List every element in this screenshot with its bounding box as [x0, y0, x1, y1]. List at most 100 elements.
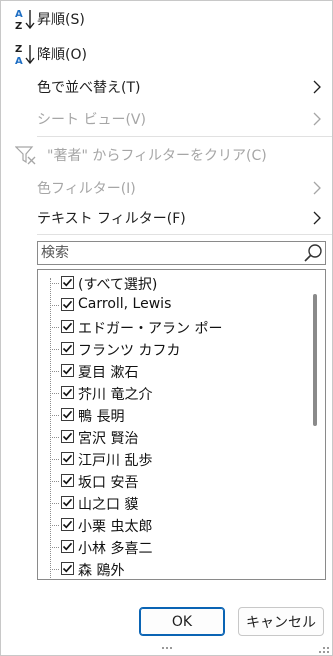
list-item[interactable]: 江戸川 乱歩: [38, 448, 308, 470]
item-label: フランツ カフカ: [78, 343, 181, 359]
list-item[interactable]: 夏目 漱石: [38, 360, 308, 382]
list-item[interactable]: 坂口 安吾: [38, 470, 308, 492]
item-label: 森 鴎外: [78, 563, 125, 579]
item-label: 山之口 貘: [78, 497, 139, 513]
tree-connector-tick: [50, 503, 59, 504]
list-item[interactable]: 小林 多喜二: [38, 536, 308, 558]
checkmark-icon: [62, 542, 73, 551]
sheet-view-item: シート ビュー(V): [1, 104, 332, 134]
item-label: 鴨 長明: [78, 409, 125, 425]
list-item[interactable]: 山之口 貘: [38, 492, 308, 514]
chevron-right-icon: [313, 80, 321, 94]
item-label: 小栗 虫太郎: [78, 519, 153, 535]
item-label: エドガー・アラン ポー: [78, 321, 223, 337]
search-icon[interactable]: [303, 243, 323, 263]
tree-connector-tick: [50, 569, 59, 570]
item-checkbox[interactable]: [61, 320, 74, 333]
tree-connector-tick: [50, 283, 59, 284]
item-label: 江戸川 乱歩: [78, 453, 153, 469]
checkmark-icon: [62, 300, 73, 309]
item-checkbox[interactable]: [61, 298, 74, 311]
list-item[interactable]: 小栗 虫太郎: [38, 514, 308, 536]
tree-connector-tick: [50, 547, 59, 548]
checkmark-icon: [62, 564, 73, 573]
item-checkbox[interactable]: [61, 430, 74, 443]
tree-connector-tick: [50, 437, 59, 438]
color-filter-label: 色フィルター(I): [37, 181, 136, 197]
sort-ascending-label: 昇順(S): [37, 12, 85, 28]
checkmark-icon: [62, 410, 73, 419]
tree-connector-tick: [50, 415, 59, 416]
svg-text:A: A: [15, 56, 23, 66]
item-checkbox[interactable]: [61, 452, 74, 465]
text-filter-label: テキスト フィルター(F): [37, 211, 186, 227]
item-label: Carroll, Lewis: [78, 296, 172, 312]
sort-ascending-icon: A Z: [15, 9, 35, 31]
chevron-right-icon: [313, 211, 321, 225]
tree-connector-tick: [50, 371, 59, 372]
text-filter-item[interactable]: テキスト フィルター(F): [1, 203, 332, 233]
checkmark-icon: [62, 454, 73, 463]
filter-dropdown-panel: A Z 昇順(S) Z A 降順(O) 色で並べ替え(T) シート ビュー(V): [0, 0, 333, 656]
list-item[interactable]: 鴨 長明: [38, 404, 308, 426]
list-item[interactable]: エドガー・アラン ポー: [38, 316, 308, 338]
item-checkbox[interactable]: [61, 474, 74, 487]
tree-connector-tick: [50, 349, 59, 350]
color-filter-item: 色フィルター(I): [1, 173, 332, 203]
checkmark-icon: [62, 520, 73, 529]
item-checkbox[interactable]: [61, 276, 74, 289]
item-label: 坂口 安吾: [78, 475, 139, 491]
search-box: [37, 241, 326, 265]
menu-separator: [37, 136, 332, 137]
list-item[interactable]: 芥川 竜之介: [38, 382, 308, 404]
list-item[interactable]: 宮沢 賢治: [38, 426, 308, 448]
item-label: (すべて選択): [78, 277, 158, 293]
clear-filter-item: "著者" からフィルターをクリア(C): [1, 140, 332, 170]
item-checkbox[interactable]: [61, 562, 74, 575]
chevron-right-icon: [313, 112, 321, 126]
list-item[interactable]: (すべて選択): [38, 272, 308, 294]
checkmark-icon: [62, 322, 73, 331]
tree-connector-tick: [50, 305, 59, 306]
checkmark-icon: [62, 388, 73, 397]
sort-descending-label: 降順(O): [37, 47, 87, 63]
sort-descending-item[interactable]: Z A 降順(O): [1, 39, 332, 69]
svg-text:Z: Z: [15, 44, 22, 55]
tree-connector-tick: [50, 459, 59, 460]
sort-by-color-item[interactable]: 色で並べ替え(T): [1, 72, 332, 102]
value-list[interactable]: (すべて選択) Carroll, Lewis エドガー・アラン ポー フランツ カフカ…: [37, 269, 326, 580]
checkmark-icon: [62, 476, 73, 485]
item-checkbox[interactable]: [61, 408, 74, 421]
item-label: 芥川 竜之介: [78, 387, 153, 403]
resize-grip-icon[interactable]: [1, 645, 332, 655]
checkmark-icon: [62, 498, 73, 507]
list-item[interactable]: フランツ カフカ: [38, 338, 308, 360]
sheet-view-label: シート ビュー(V): [37, 112, 146, 128]
checkmark-icon: [62, 432, 73, 441]
item-label: 宮沢 賢治: [78, 431, 139, 447]
tree-connector-tick: [50, 327, 59, 328]
item-checkbox[interactable]: [61, 496, 74, 509]
checkmark-icon: [62, 344, 73, 353]
sort-descending-icon: Z A: [15, 44, 35, 66]
menu-separator: [37, 234, 332, 235]
item-checkbox[interactable]: [61, 342, 74, 355]
list-item[interactable]: 森 鴎外: [38, 558, 308, 579]
item-checkbox[interactable]: [61, 386, 74, 399]
svg-text:A: A: [15, 9, 23, 20]
svg-text:Z: Z: [15, 21, 22, 31]
search-input[interactable]: [38, 242, 301, 264]
item-checkbox[interactable]: [61, 518, 74, 531]
cancel-button[interactable]: キャンセル: [238, 607, 324, 636]
item-checkbox[interactable]: [61, 540, 74, 553]
tree-connector-tick: [50, 525, 59, 526]
scrollbar-thumb[interactable]: [313, 294, 317, 426]
item-checkbox[interactable]: [61, 364, 74, 377]
list-item[interactable]: Carroll, Lewis: [38, 294, 308, 316]
sort-by-color-label: 色で並べ替え(T): [37, 80, 141, 96]
tree-connector-tick: [50, 481, 59, 482]
sort-ascending-item[interactable]: A Z 昇順(S): [1, 4, 332, 34]
clear-filter-label: "著者" からフィルターをクリア(C): [47, 148, 267, 164]
ok-button[interactable]: OK: [139, 607, 225, 636]
tree-connector-tick: [50, 393, 59, 394]
